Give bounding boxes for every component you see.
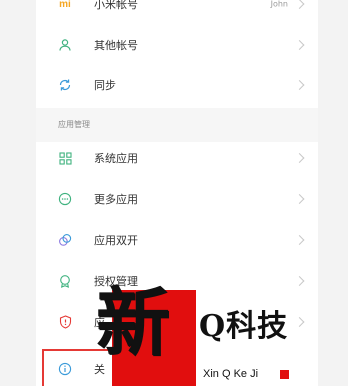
chevron-right-icon	[294, 40, 305, 50]
other-accounts-row[interactable]: 其他帐号	[36, 25, 318, 65]
system-apps-row[interactable]: 系统应用	[36, 138, 318, 178]
other-accounts-label: 其他帐号	[94, 39, 138, 52]
chevron-right-icon	[294, 276, 305, 286]
sync-row[interactable]: 同步	[36, 65, 318, 105]
shield-icon	[57, 314, 73, 330]
right-margin	[318, 0, 348, 386]
dual-circles-icon	[57, 232, 73, 248]
more-apps-row[interactable]: 更多应用	[36, 179, 318, 219]
mi-account-row[interactable]: mi 小米帐号 John	[36, 0, 318, 24]
more-circle-icon	[57, 191, 73, 207]
mi-logo-icon: mi	[59, 0, 71, 10]
sync-label: 同步	[94, 79, 116, 92]
more-apps-label: 更多应用	[94, 193, 138, 206]
grid-icon	[57, 150, 73, 166]
chevron-right-icon	[294, 235, 305, 245]
person-icon	[57, 37, 73, 53]
mi-account-value: John	[270, 0, 288, 9]
chevron-right-icon	[294, 153, 305, 163]
chevron-right-icon	[294, 317, 305, 327]
watermark-title: Q科技	[199, 309, 289, 344]
watermark-red-dot	[280, 370, 289, 379]
sync-icon	[57, 77, 73, 93]
chevron-right-icon	[294, 80, 305, 90]
watermark-logo-char: 新	[96, 280, 170, 366]
watermark-subtitle: Xin Q Ke Ji	[203, 368, 259, 380]
left-margin	[0, 0, 36, 386]
system-apps-label: 系统应用	[94, 152, 138, 165]
dual-apps-label: 应用双开	[94, 234, 138, 247]
mi-account-label: 小米帐号	[94, 0, 138, 11]
dual-apps-row[interactable]: 应用双开	[36, 220, 318, 260]
shield-badge-icon	[57, 273, 73, 289]
section-title-app-management: 应用管理	[58, 120, 90, 129]
chevron-right-icon	[294, 0, 305, 9]
chevron-right-icon	[294, 194, 305, 204]
